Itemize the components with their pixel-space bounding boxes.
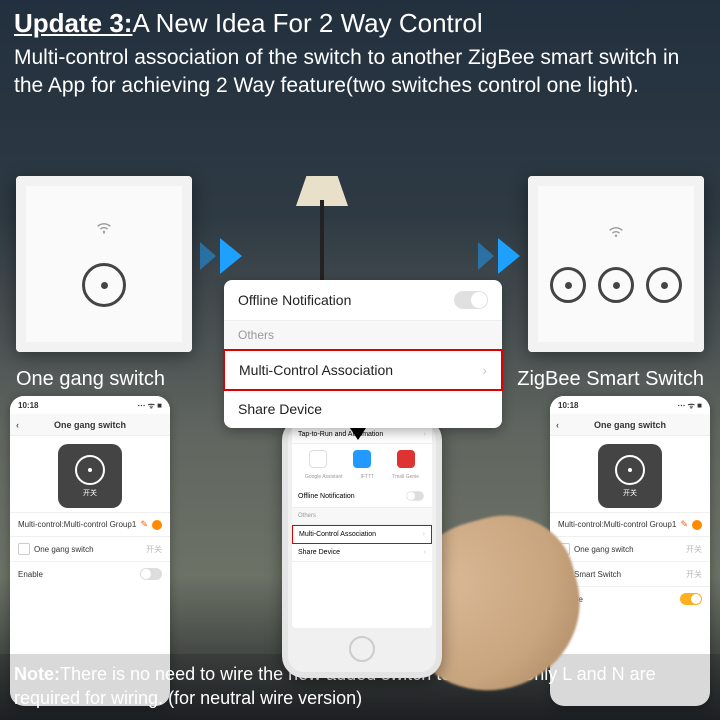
wifi-icon [607, 225, 625, 239]
gang-button [82, 263, 126, 307]
toggle-switch[interactable] [406, 491, 424, 501]
right-switch-label: ZigBee Smart Switch [517, 368, 704, 391]
switch-tile[interactable]: 开关 [58, 444, 122, 508]
row-label: Enable [18, 570, 43, 579]
gang-button-row [550, 267, 682, 303]
back-icon[interactable]: ‹ [16, 420, 19, 430]
wifi-icon [95, 221, 113, 235]
multi-control-row[interactable]: Multi-Control Association › [292, 525, 432, 544]
group-row[interactable]: Multi-control:Multi-control Group1 ✎ [550, 512, 710, 536]
row-label: Multi-Control Association [299, 531, 376, 538]
add-icon[interactable] [692, 520, 702, 530]
settings-popup: Offline Notification Others Multi-Contro… [224, 280, 502, 428]
home-button[interactable] [349, 636, 375, 662]
offline-notification-row[interactable]: Offline Notification [224, 280, 502, 321]
row-label: Multi-Control Association [239, 362, 393, 378]
ifttt-icon[interactable] [353, 450, 371, 468]
row-value: 开关 [686, 569, 702, 580]
status-bar: 10:18 ⋯ ᯤ ■ [550, 396, 710, 414]
title-prefix: Update 3: [14, 8, 132, 38]
row-value: 开关 [686, 544, 702, 555]
gang-button [598, 267, 634, 303]
section-header: Others [292, 508, 432, 525]
status-icons: ⋯ ᯤ ■ [137, 400, 162, 411]
row-label: Multi-control:Multi-control Group1 [18, 520, 136, 529]
share-device-row[interactable]: Share Device [224, 390, 502, 428]
time-label: 10:18 [18, 401, 38, 410]
time-label: 10:18 [558, 401, 578, 410]
row-label: Smart Switch [574, 570, 621, 579]
chevron-right-icon: › [423, 531, 425, 538]
note-prefix: Note: [14, 664, 60, 684]
one-gang-switch-panel [16, 176, 192, 352]
row-label: Multi-control:Multi-control Group1 [558, 520, 676, 529]
chevron-right-icon: › [424, 431, 426, 438]
arrow-right-icon [200, 238, 242, 274]
back-icon[interactable]: ‹ [556, 420, 559, 430]
chevron-right-icon: › [424, 549, 426, 556]
row-value: 开关 [146, 544, 162, 555]
row-label: Tap-to-Run and Automation [298, 431, 383, 438]
add-icon[interactable] [152, 520, 162, 530]
offline-notification-row[interactable]: Offline Notification [292, 485, 432, 508]
row-label: Offline Notification [238, 292, 351, 308]
list-item[interactable]: One gang switch 开关 [10, 536, 170, 561]
group-row[interactable]: Multi-control:Multi-control Group1 ✎ [10, 512, 170, 536]
integration-labels: Google Assistant IFTTT Tmall Genie [292, 474, 432, 485]
google-assistant-icon[interactable] [309, 450, 327, 468]
list-item[interactable]: One gang switch 开关 [550, 536, 710, 561]
page-description: Multi-control association of the switch … [14, 44, 706, 101]
toggle-switch[interactable] [140, 568, 162, 580]
connector-arrow-icon [350, 428, 366, 440]
arrow-right-icon [478, 238, 520, 274]
phone-in-hand: Tap-to-Run and Automation › Google Assis… [282, 418, 442, 678]
share-device-row[interactable]: Share Device › [292, 544, 432, 562]
zigbee-switch-panel [528, 176, 704, 352]
switch-tile[interactable]: 开关 [598, 444, 662, 508]
row-label: One gang switch [34, 545, 94, 554]
status-bar: 10:18 ⋯ ᯤ ■ [10, 396, 170, 414]
toggle-switch[interactable] [680, 593, 702, 605]
gang-button [550, 267, 586, 303]
title-main: A New Idea For 2 Way Control [132, 8, 482, 38]
row-label: Offline Notification [298, 493, 355, 500]
tile-caption: 开关 [83, 488, 97, 498]
edit-icon[interactable]: ✎ [140, 519, 148, 530]
enable-row[interactable]: Enable [10, 561, 170, 586]
nav-title: One gang switch [594, 420, 666, 430]
toggle-switch[interactable] [454, 291, 488, 309]
left-switch-label: One gang switch [16, 368, 165, 391]
edit-icon[interactable]: ✎ [680, 519, 688, 530]
row-label: Share Device [298, 549, 340, 556]
row-label: One gang switch [574, 545, 634, 554]
chevron-right-icon: › [482, 362, 487, 378]
nav-bar: ‹ One gang switch [550, 414, 710, 436]
nav-title: One gang switch [54, 420, 126, 430]
multi-control-row[interactable]: Multi-Control Association › [223, 349, 503, 391]
integration-icons-row [292, 444, 432, 474]
row-label: Share Device [238, 401, 322, 417]
tile-caption: 开关 [623, 488, 637, 498]
status-icons: ⋯ ᯤ ■ [677, 400, 702, 411]
nav-bar: ‹ One gang switch [10, 414, 170, 436]
gang-button [646, 267, 682, 303]
device-icon [18, 543, 30, 555]
tmall-genie-icon[interactable] [397, 450, 415, 468]
section-header: Others [224, 321, 502, 350]
page-title: Update 3:A New Idea For 2 Way Control [14, 8, 706, 39]
